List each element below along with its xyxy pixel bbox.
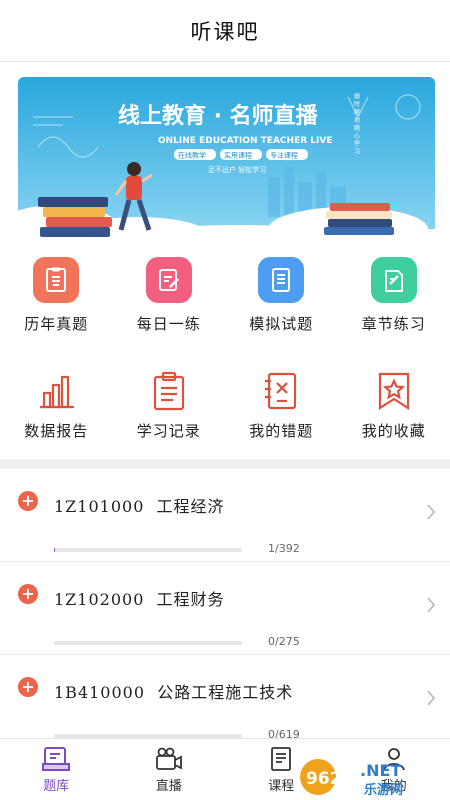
expand-plus-icon[interactable]: + xyxy=(18,584,38,604)
app-header: 听课吧 xyxy=(0,0,450,62)
tab-label: 课程 xyxy=(268,779,295,794)
bar-chart-icon xyxy=(33,368,79,414)
chapter-practice-icon xyxy=(370,257,417,303)
watermark-brand: 962 xyxy=(306,769,342,789)
expand-plus-icon[interactable]: + xyxy=(18,677,38,697)
tool-label: 学习记录 xyxy=(136,422,201,440)
page-title: 听课吧 xyxy=(190,19,260,44)
tool-label: 数据报告 xyxy=(24,422,89,440)
banner-title: 线上教育 · 名师直播 xyxy=(118,103,319,129)
wrong-questions-icon xyxy=(258,368,304,414)
site-watermark: 962 .NET 乐游网 xyxy=(298,756,446,798)
banner-chip: 专注课程 xyxy=(270,151,298,160)
clipboard-icon xyxy=(146,368,192,414)
tab-live[interactable]: 直播 xyxy=(113,739,226,800)
banner-subtitle: ONLINE EDUCATION TEACHER LIVE xyxy=(158,136,332,146)
progress-track xyxy=(54,548,242,552)
course-icon xyxy=(271,747,292,771)
banner-chips: 在线教学 实用课程 专注课程 xyxy=(174,149,308,160)
tool-data-report[interactable]: 数据报告 xyxy=(0,358,113,461)
course-name: 工程经济 xyxy=(156,497,225,516)
tab-label: 直播 xyxy=(155,779,182,794)
tool-study-record[interactable]: 学习记录 xyxy=(113,358,226,461)
entry-mock-exam[interactable]: 模拟试题 xyxy=(225,255,338,358)
tool-label: 我的收藏 xyxy=(361,422,426,440)
banner-side-text: 随 时 随 地 随 心 学 习 xyxy=(353,92,360,155)
watermark-suffix: .NET xyxy=(360,761,401,780)
course-title: 1B410000 公路工程施工技术 xyxy=(54,679,293,703)
banner-tagline: 足不出户 轻松学习 xyxy=(208,165,266,174)
entry-chapter-practice[interactable]: 章节练习 xyxy=(338,255,450,358)
chevron-right-icon xyxy=(427,597,436,613)
past-papers-icon xyxy=(33,257,80,303)
course-name: 公路工程施工技术 xyxy=(157,683,294,702)
progress-count: 0/275 xyxy=(268,635,300,648)
course-name: 工程财务 xyxy=(156,590,225,609)
expand-plus-icon[interactable]: + xyxy=(18,491,38,511)
entry-past-papers[interactable]: 历年真题 xyxy=(0,255,113,358)
bookmark-star-icon xyxy=(371,368,417,414)
banner-chip: 实用课程 xyxy=(224,151,252,160)
question-bank-icon xyxy=(42,747,71,771)
course-title: 1Z102000 工程财务 xyxy=(54,586,225,610)
course-code: 1Z102000 xyxy=(54,590,145,609)
mock-exam-icon xyxy=(258,257,305,303)
watermark-logo: 962 .NET 乐游网 xyxy=(300,759,403,798)
chevron-right-icon xyxy=(427,504,436,520)
course-item[interactable]: + 1Z101000 工程经济 1/392 xyxy=(0,469,450,562)
banner-illustration: 线上教育 · 名师直播 ONLINE EDUCATION TEACHER LIV… xyxy=(18,77,435,241)
tool-wrong-questions[interactable]: 我的错题 xyxy=(225,358,338,461)
course-code: 1B410000 xyxy=(54,683,146,702)
entry-label: 模拟试题 xyxy=(249,315,314,333)
watermark-site: 乐游网 xyxy=(364,782,403,798)
daily-practice-icon xyxy=(145,257,192,303)
course-list: + 1Z101000 工程经济 1/392 + 1Z102000 工程财务 0/… xyxy=(0,469,450,748)
chevron-right-icon xyxy=(427,690,436,706)
banner-chip: 在线教学 xyxy=(178,151,206,160)
course-code: 1Z101000 xyxy=(54,497,145,516)
progress-track xyxy=(54,641,242,645)
live-camera-icon xyxy=(155,747,182,770)
tool-label: 我的错题 xyxy=(249,422,314,440)
tab-label: 题库 xyxy=(43,779,70,794)
entry-label: 每日一练 xyxy=(136,315,201,333)
progress-count: 1/392 xyxy=(268,542,300,555)
course-title: 1Z101000 工程经济 xyxy=(54,493,225,517)
section-divider xyxy=(0,459,450,469)
entry-label: 章节练习 xyxy=(361,315,426,333)
course-item[interactable]: + 1Z102000 工程财务 0/275 xyxy=(0,562,450,655)
tool-favorites[interactable]: 我的收藏 xyxy=(338,358,450,461)
feature-grid: 历年真题 每日一练 模拟试题 章节练习 数据报告 学习记录 我的错题 我的收藏 xyxy=(0,255,450,461)
entry-daily-practice[interactable]: 每日一练 xyxy=(113,255,226,358)
promo-banner[interactable]: 线上教育 · 名师直播 ONLINE EDUCATION TEACHER LIV… xyxy=(18,77,435,241)
tab-question-bank[interactable]: 题库 xyxy=(0,739,113,800)
course-item[interactable]: + 1B410000 公路工程施工技术 0/619 xyxy=(0,655,450,748)
entry-label: 历年真题 xyxy=(24,315,89,333)
